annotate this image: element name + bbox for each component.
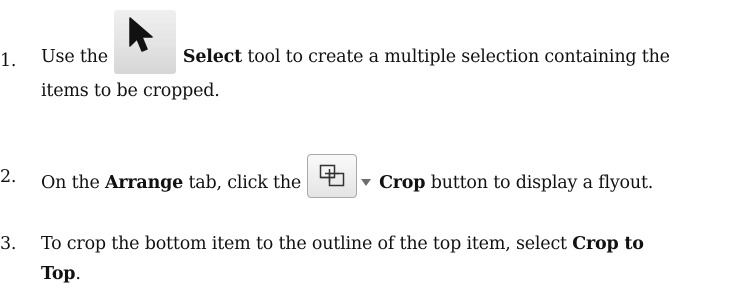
crop-button-label: Crop — [379, 173, 426, 193]
step-number: 3. — [0, 234, 17, 254]
step-text-lead: Use the — [41, 47, 108, 67]
top-label: Top — [41, 264, 76, 284]
crop-icon — [307, 154, 358, 198]
step-text-line2: items to be cropped. — [41, 81, 220, 101]
step-number: 2. — [0, 167, 17, 187]
step-3: 3. To crop the bottom item to the outlin… — [0, 229, 734, 295]
step-text: On the Arrange tab, click the Crop button… — [41, 154, 653, 198]
step-text: Use the Select tool to create a multiple … — [41, 10, 670, 74]
crop-to-label: Crop to — [572, 234, 644, 254]
step-number: 1. — [0, 51, 17, 71]
step-text-lead: To crop the bottom item to the outline o… — [41, 234, 573, 254]
step-text-lead: On the — [41, 173, 106, 193]
step-text-mid: tab, click the — [183, 173, 302, 193]
step-text-end: . — [75, 264, 81, 284]
chevron-down-icon — [361, 179, 372, 186]
step-text-line2: Top. — [41, 259, 81, 289]
select-tool-icon — [113, 10, 176, 74]
step-text-rest: button to display a flyout. — [425, 173, 654, 193]
step-text: To crop the bottom item to the outline o… — [41, 229, 644, 259]
step-1: 1. Use the Select tool to create a multip… — [0, 10, 734, 101]
select-tool-label: Select — [182, 47, 243, 67]
step-text-rest: tool to create a multiple selection cont… — [242, 47, 670, 67]
arrange-tab-label: Arrange — [105, 173, 184, 193]
step-2: 2. On the Arrange tab, click the Crop but… — [0, 154, 734, 202]
